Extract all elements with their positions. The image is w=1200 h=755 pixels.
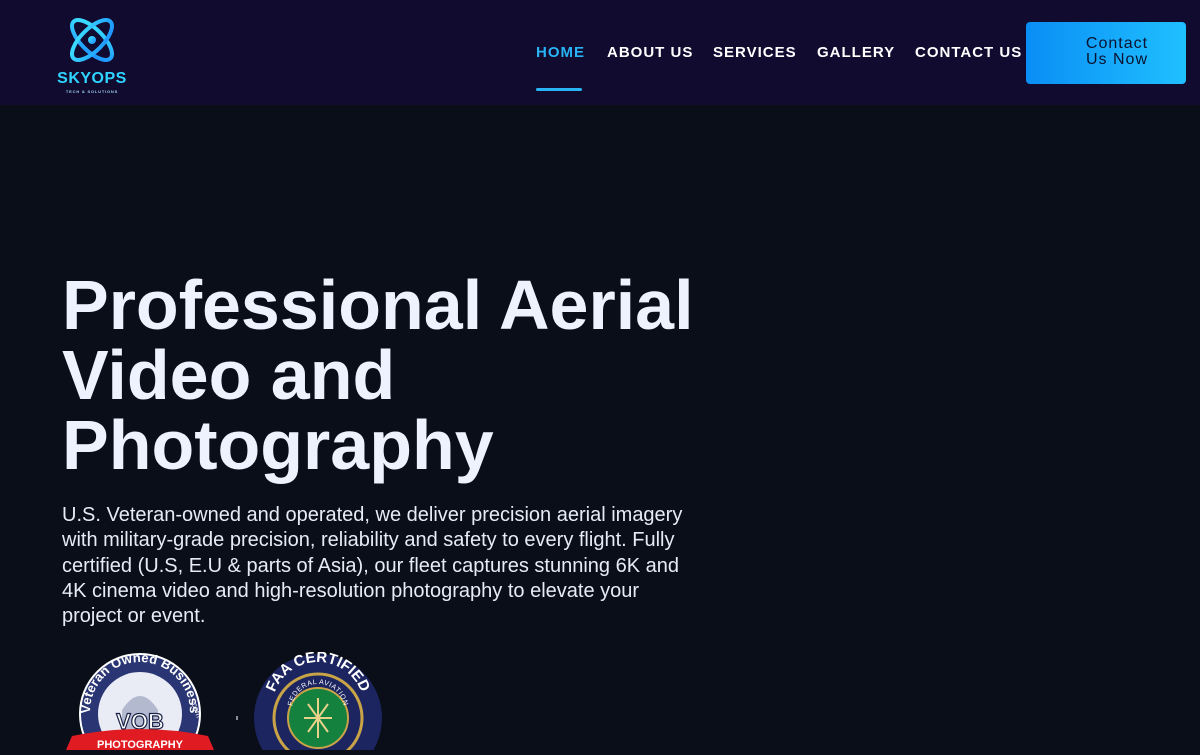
faa-badge-emblem-icon: FAA CERTIFIED FEDERAL AVIATION [254,649,382,755]
contact-us-now-button[interactable]: Contact Us Now [1026,22,1186,84]
svg-text:PHOTOGRAPHY: PHOTOGRAPHY [97,739,184,750]
nav-contact-us[interactable]: CONTACT US [915,44,1022,61]
nav-gallery[interactable]: GALLERY [817,44,895,61]
atom-orbit-logo-icon [70,18,114,62]
nav-home[interactable]: HOME [536,44,585,61]
brand-tagline: TECH & SOLUTIONS [65,89,119,94]
hero-title: Professional Aerial Video and Photograph… [62,266,694,484]
divider-mark [236,716,238,720]
contact-us-now-label: Contact Us Now [1085,35,1149,68]
site-header: SKYOPS TECH & SOLUTIONS HOME ABOUT US SE… [0,0,1200,105]
brand-logo[interactable]: SKYOPS TECH & SOLUTIONS [52,12,132,96]
hero-description: U.S. Veteran-owned and operated, we deli… [62,504,683,628]
faa-badge: FAA CERTIFIED FEDERAL AVIATION [252,649,384,755]
brand-name: SKYOPS [57,70,127,87]
nav-about-us[interactable]: ABOUT US [607,44,693,61]
active-nav-indicator [536,88,582,91]
nav-services[interactable]: SERVICES [713,44,797,61]
vob-badge: Veteran Owned Business .com VOB PHOTOGRA… [64,650,216,755]
vob-badge-emblem-icon: Veteran Owned Business .com VOB PHOTOGRA… [66,650,214,755]
